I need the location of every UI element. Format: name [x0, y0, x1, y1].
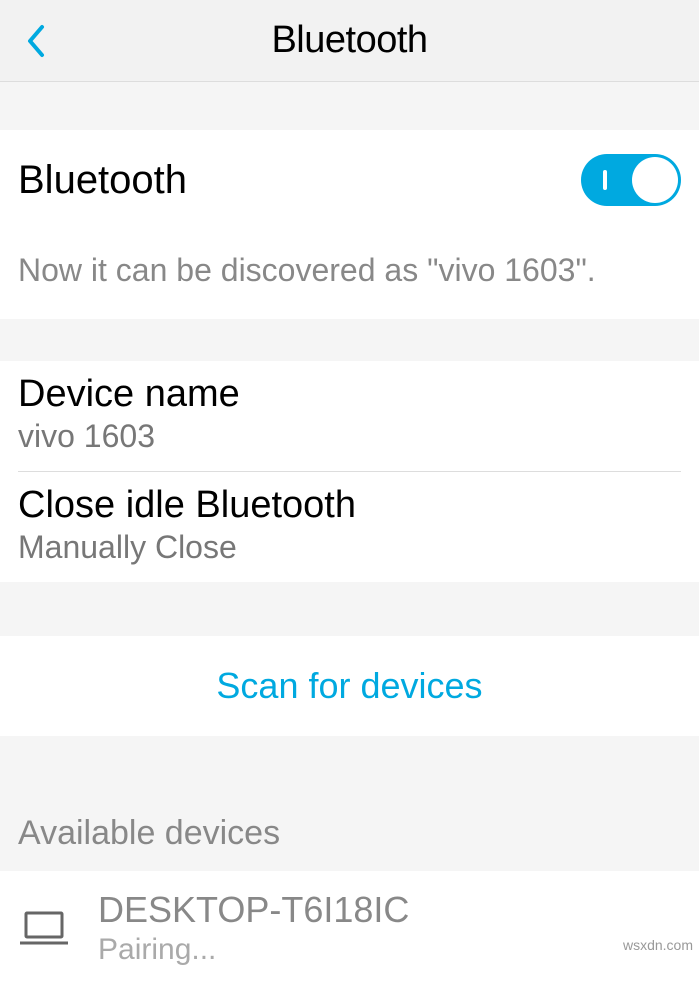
- available-devices-header: Available devices: [0, 736, 699, 871]
- discover-info-row: Now it can be discovered as "vivo 1603".: [0, 230, 699, 319]
- device-name: DESKTOP-T6I18IC: [98, 889, 681, 931]
- scan-label: Scan for devices: [216, 665, 482, 707]
- toggle-on-indicator: [603, 170, 607, 190]
- device-list-item[interactable]: DESKTOP-T6I18IC Pairing...: [0, 871, 699, 987]
- available-devices-title: Available devices: [18, 814, 681, 853]
- device-name-value: vivo 1603: [18, 418, 681, 455]
- laptop-icon: [18, 907, 70, 949]
- spacer: [0, 582, 699, 636]
- back-icon[interactable]: [20, 21, 50, 61]
- device-name-row[interactable]: Device name vivo 1603: [0, 361, 699, 471]
- page-title: Bluetooth: [0, 19, 699, 62]
- device-status: Pairing...: [98, 933, 681, 967]
- scan-button[interactable]: Scan for devices: [0, 636, 699, 736]
- discover-text: Now it can be discovered as "vivo 1603".: [18, 252, 681, 289]
- device-info: DESKTOP-T6I18IC Pairing...: [98, 889, 681, 967]
- header-bar: Bluetooth: [0, 0, 699, 82]
- close-idle-title: Close idle Bluetooth: [18, 484, 681, 527]
- spacer: [0, 82, 699, 130]
- close-idle-row[interactable]: Close idle Bluetooth Manually Close: [0, 472, 699, 582]
- bluetooth-label: Bluetooth: [18, 158, 187, 203]
- watermark: wsxdn.com: [623, 937, 693, 953]
- toggle-knob: [632, 157, 678, 203]
- spacer: [0, 319, 699, 361]
- device-name-title: Device name: [18, 373, 681, 416]
- bluetooth-toggle-row[interactable]: Bluetooth: [0, 130, 699, 230]
- close-idle-value: Manually Close: [18, 529, 681, 566]
- bluetooth-toggle[interactable]: [581, 154, 681, 206]
